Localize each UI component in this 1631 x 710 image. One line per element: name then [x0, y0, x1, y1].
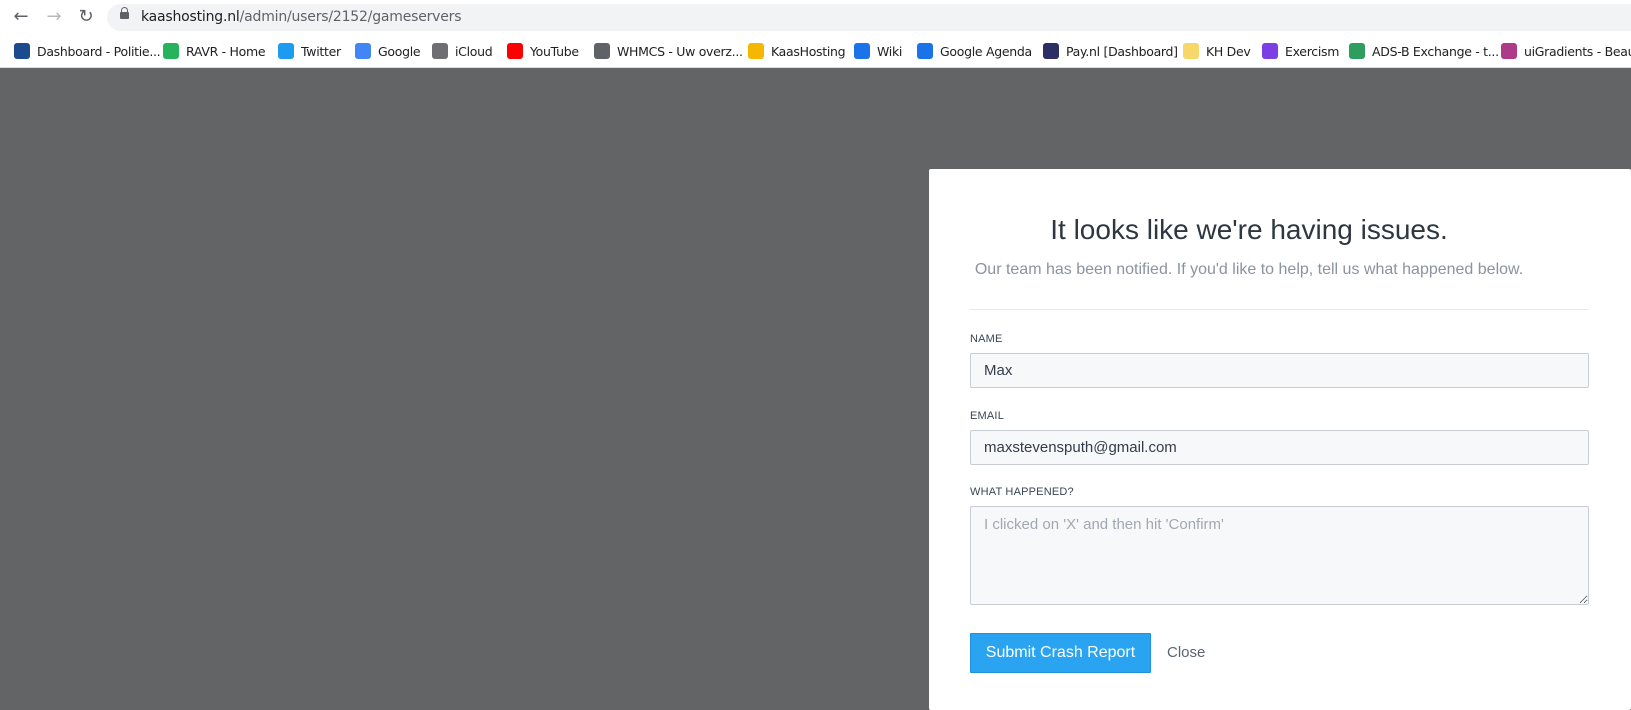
email-label: EMAIL: [970, 410, 1005, 422]
cheese-icon: [748, 43, 764, 59]
ravr-icon: [163, 43, 179, 59]
globe-icon: [594, 43, 610, 59]
submit-crash-report-button[interactable]: Submit Crash Report: [970, 633, 1151, 673]
crash-report-dialog: It looks like we're having issues. Our t…: [929, 169, 1631, 710]
bookmark-label: uiGradients - Beauti: [1524, 44, 1631, 59]
lock-icon[interactable]: [120, 7, 129, 19]
bookmark-label: Exercism: [1285, 44, 1340, 59]
what-happened-textarea[interactable]: [970, 506, 1589, 605]
close-button[interactable]: Close: [1167, 644, 1205, 661]
name-label: NAME: [970, 333, 1003, 345]
bookmark-label: Wiki: [877, 44, 903, 59]
bookmark-twitter[interactable]: Twitter: [278, 43, 341, 61]
bookmark-label: Twitter: [301, 44, 341, 59]
apple-icon: [432, 43, 448, 59]
bookmark-wiki[interactable]: Wiki: [854, 43, 902, 61]
bookmarks-bar: Dashboard - Politie... RAVR - Home Twitt…: [0, 34, 1631, 68]
bookmark-ravr-home[interactable]: RAVR - Home: [163, 43, 266, 61]
bookmark-adsb-exchange[interactable]: ADS-B Exchange - t...: [1349, 43, 1499, 61]
bookmark-label: KaasHosting: [771, 44, 846, 59]
dialog-subtitle: Our team has been notified. If you'd lik…: [974, 261, 1524, 278]
forward-arrow-icon[interactable]: →: [43, 6, 65, 28]
folder-icon: [1183, 43, 1199, 59]
bookmark-icloud[interactable]: iCloud: [432, 43, 493, 61]
bookmark-whmcs[interactable]: WHMCS - Uw overz...: [594, 43, 743, 61]
adsb-icon: [1349, 43, 1365, 59]
bookmark-label: WHMCS - Uw overz...: [617, 44, 743, 59]
bookmark-google-agenda[interactable]: Google Agenda: [917, 43, 1032, 61]
bookmark-uigradients[interactable]: uiGradients - Beauti: [1501, 43, 1631, 61]
bookmark-label: iCloud: [455, 44, 493, 59]
calendar-icon: [917, 43, 933, 59]
bookmark-label: KH Dev: [1206, 44, 1251, 59]
email-input[interactable]: [970, 430, 1589, 465]
youtube-icon: [507, 43, 523, 59]
bookmark-label: ADS-B Exchange - t...: [1372, 44, 1499, 59]
divider: [970, 309, 1588, 310]
exercism-icon: [1262, 43, 1278, 59]
bookmark-label: Dashboard - Politie...: [37, 44, 161, 59]
reload-icon[interactable]: ↻: [75, 6, 97, 28]
bookmark-youtube[interactable]: YouTube: [507, 43, 579, 61]
bookmark-label: YouTube: [530, 44, 579, 59]
bookmark-kh-dev[interactable]: KH Dev: [1183, 43, 1251, 61]
what-happened-label: WHAT HAPPENED?: [970, 486, 1074, 498]
bookmark-label: RAVR - Home: [186, 44, 266, 59]
back-arrow-icon[interactable]: ←: [10, 6, 32, 28]
bookmark-google[interactable]: Google: [355, 43, 421, 61]
wiki-icon: [854, 43, 870, 59]
bookmark-kaashosting[interactable]: KaasHosting: [748, 43, 846, 61]
dialog-title: It looks like we're having issues.: [1050, 214, 1448, 245]
twitter-icon: [278, 43, 294, 59]
url-path: /admin/users/2152/gameservers: [239, 9, 462, 25]
url-text[interactable]: kaashosting.nl/admin/users/2152/gameserv…: [141, 9, 462, 25]
url-host: kaashosting.nl: [141, 9, 240, 25]
uigradients-icon: [1501, 43, 1517, 59]
bookmark-label: Pay.nl [Dashboard]: [1066, 44, 1178, 59]
bookmark-dashboard-politie[interactable]: Dashboard - Politie...: [14, 43, 161, 61]
bookmark-exercism[interactable]: Exercism: [1262, 43, 1339, 61]
address-bar[interactable]: kaashosting.nl/admin/users/2152/gameserv…: [107, 4, 1631, 31]
name-input[interactable]: [970, 353, 1589, 388]
browser-toolbar: ← → ↻ kaashosting.nl/admin/users/2152/ga…: [0, 0, 1631, 34]
google-icon: [355, 43, 371, 59]
bookmark-label: Google: [378, 44, 421, 59]
politie-icon: [14, 43, 30, 59]
bookmark-label: Google Agenda: [940, 44, 1032, 59]
bookmark-paynl[interactable]: Pay.nl [Dashboard]: [1043, 43, 1178, 61]
paynl-icon: [1043, 43, 1059, 59]
